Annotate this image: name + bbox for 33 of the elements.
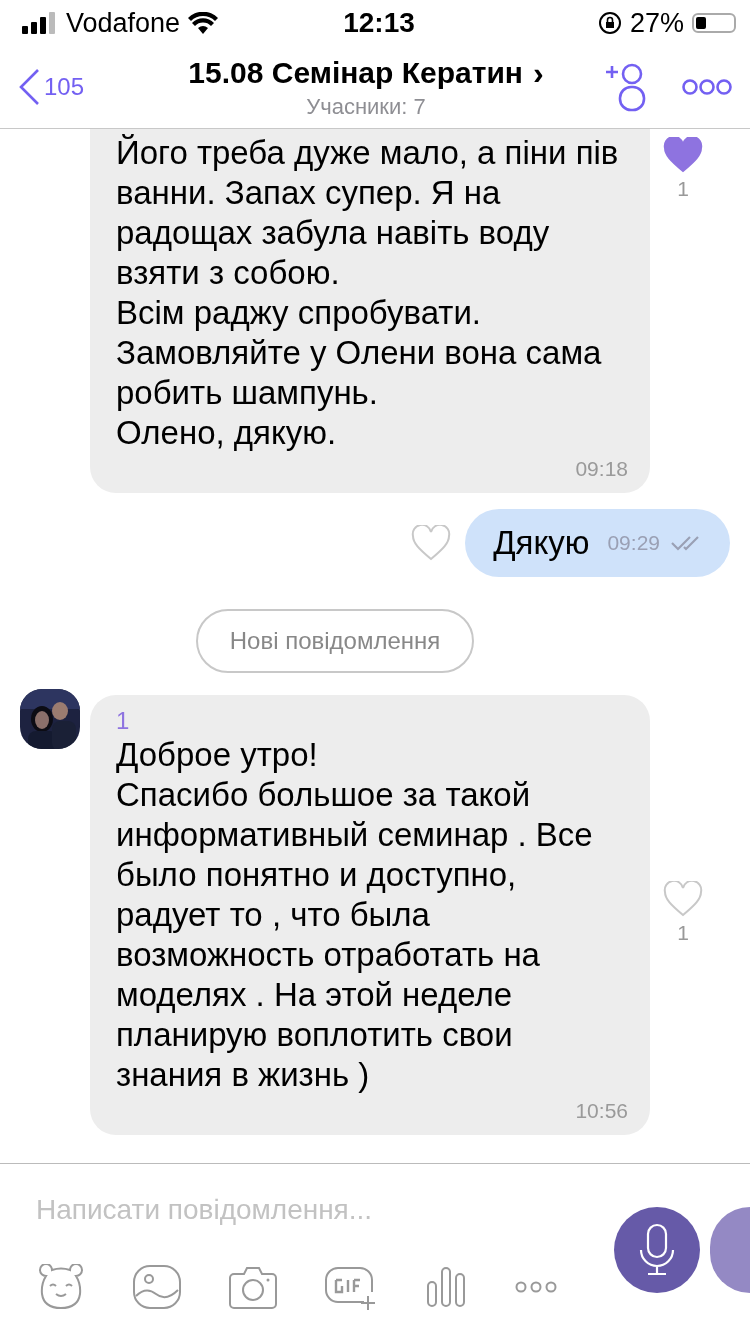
battery-percent: 27% [629,7,684,39]
sticker-icon[interactable] [36,1264,86,1310]
signal-icon [22,12,58,34]
message-input[interactable]: Написати повідомлення... [36,1190,614,1230]
rotation-lock-icon [597,11,622,35]
message-time: 09:29 [607,531,660,555]
carrier-name: Vodafone [66,7,181,39]
participants-count: Учасники: 7 [306,93,426,120]
chevron-icon[interactable]: › [533,54,544,92]
chat-title[interactable]: 15.08 Семінар Кератин [188,56,523,90]
new-messages-divider: Нові повідомлення [195,609,475,673]
battery-icon [692,13,736,33]
heart-icon[interactable] [663,881,703,917]
like-count: 1 [677,921,689,945]
sender-name: 1 [116,707,131,735]
wifi-icon [188,12,219,34]
message-text: Дякую [493,524,590,562]
back-button[interactable]: 105 [18,68,148,106]
like-count: 1 [677,177,689,201]
message-text: Доброе утро! Спасибо большое за такой информативный семинар . Все было понятно и доступно, радует то , что была возможность отработать на моделях . На этой неделе планирую воплотить свои знания в жизнь ) [116,735,594,1095]
double-check-icon [670,534,702,552]
heart-icon[interactable] [411,525,452,561]
message-time: 10:56 [575,1099,628,1123]
microphone-icon [637,1222,677,1278]
gif-icon[interactable] [324,1264,378,1310]
heart-icon[interactable] [663,137,703,173]
message-text: Його треба дуже мало, а піни пів ванни. Запах супер. Я на радощах забула навіть воду взяти з собою. Всім раджу спробувати. Замовляйте у Олени вона сама робить шампунь. Олено, дякую. [116,133,620,453]
clock-time: 12:13 [343,7,415,39]
more-icon[interactable] [682,78,732,96]
message-time: 09:18 [575,457,628,481]
poll-icon[interactable] [424,1264,468,1310]
image-icon[interactable] [132,1264,182,1310]
camera-icon[interactable] [228,1264,278,1310]
